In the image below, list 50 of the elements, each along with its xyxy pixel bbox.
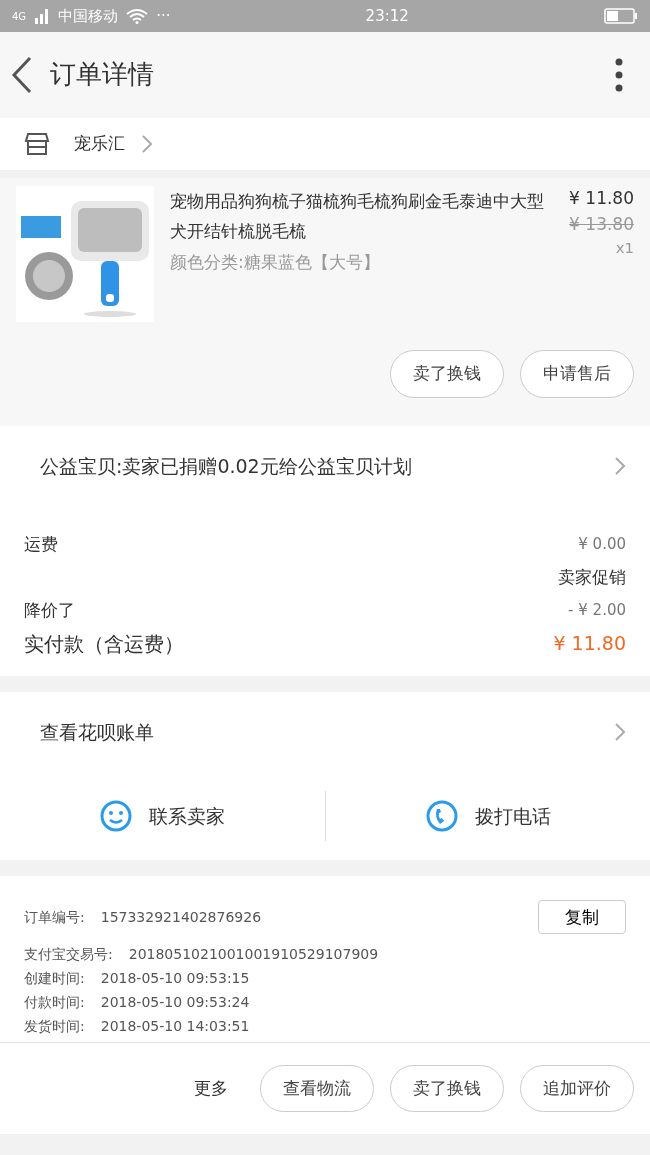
smiley-icon <box>99 799 134 833</box>
info-value: 2018-05-10 09:53:24 <box>100 993 250 1012</box>
chevron-right-icon[interactable] <box>141 134 153 154</box>
chevron-right-icon[interactable] <box>614 722 626 742</box>
action-button[interactable]: 卖了换钱 <box>390 1064 504 1113</box>
fee-value: - ¥ 2.00 <box>568 600 626 622</box>
info-label: 付款时间: <box>24 993 85 1012</box>
action-button[interactable]: 查看物流 <box>260 1064 374 1113</box>
battery-icon <box>604 8 638 24</box>
original-price: ¥ 13.80 <box>568 212 634 236</box>
copy-button[interactable]: 复制 <box>538 900 626 934</box>
price: ¥ 11.80 <box>568 187 634 210</box>
fee-label: 运费 <box>24 532 58 556</box>
info-label: 创建时间: <box>24 969 85 988</box>
quantity: x1 <box>614 238 634 259</box>
info-value: 2018-05-10 14:03:51 <box>100 1017 250 1036</box>
fee-label: 实付款（含运费） <box>24 630 184 658</box>
fee-value: ¥ 11.80 <box>553 631 626 657</box>
action-button[interactable]: 卖了换钱 <box>390 350 504 398</box>
info-label: 支付宝交易号: <box>24 945 113 964</box>
fee-label: 降价了 <box>24 598 75 622</box>
contact-button[interactable]: 联系卖家 <box>149 801 226 831</box>
back-icon[interactable] <box>10 55 34 95</box>
info-label: 发货时间: <box>24 1017 85 1036</box>
phone-icon <box>424 799 459 833</box>
more-notifications: ··· <box>156 5 171 27</box>
chevron-right-icon[interactable] <box>614 456 626 476</box>
action-button[interactable]: 申请售后 <box>520 350 634 398</box>
status-time: 23:12 <box>365 5 409 27</box>
fee-value: 卖家促销 <box>558 565 626 589</box>
info-label: 订单编号: <box>24 908 85 927</box>
store-icon <box>24 132 50 156</box>
fee-value: ¥ 0.00 <box>578 534 626 556</box>
action-button[interactable]: 追加评价 <box>520 1064 634 1113</box>
carrier-name: 中国移动 <box>58 5 119 27</box>
info-value: 2018-05-10 09:53:15 <box>100 969 250 988</box>
more-options-icon[interactable] <box>614 57 624 93</box>
huabei-link[interactable]: 查看花呗账单 <box>40 717 154 747</box>
charity-text[interactable]: 公益宝贝:卖家已捐赠0.02元给公益宝贝计划 <box>40 451 412 481</box>
signal-icon <box>34 8 51 24</box>
info-value: 157332921402876926 <box>100 908 262 927</box>
contact-button[interactable]: 拨打电话 <box>474 801 551 831</box>
product-title[interactable]: 宠物用品狗狗梳子猫梳狗毛梳狗刷金毛泰迪中大型犬开结针梳脱毛梳 <box>170 186 548 246</box>
network-type: 4G <box>12 9 27 24</box>
page-title: 订单详情 <box>50 59 154 91</box>
more-link[interactable]: 更多 <box>194 1075 228 1102</box>
info-value: 2018051021001001910529107909 <box>128 945 379 964</box>
shop-name[interactable]: 宠乐汇 <box>74 131 125 157</box>
wifi-icon <box>126 8 149 24</box>
product-variant: 颜色分类:糖果蓝色【大号】 <box>170 251 381 274</box>
